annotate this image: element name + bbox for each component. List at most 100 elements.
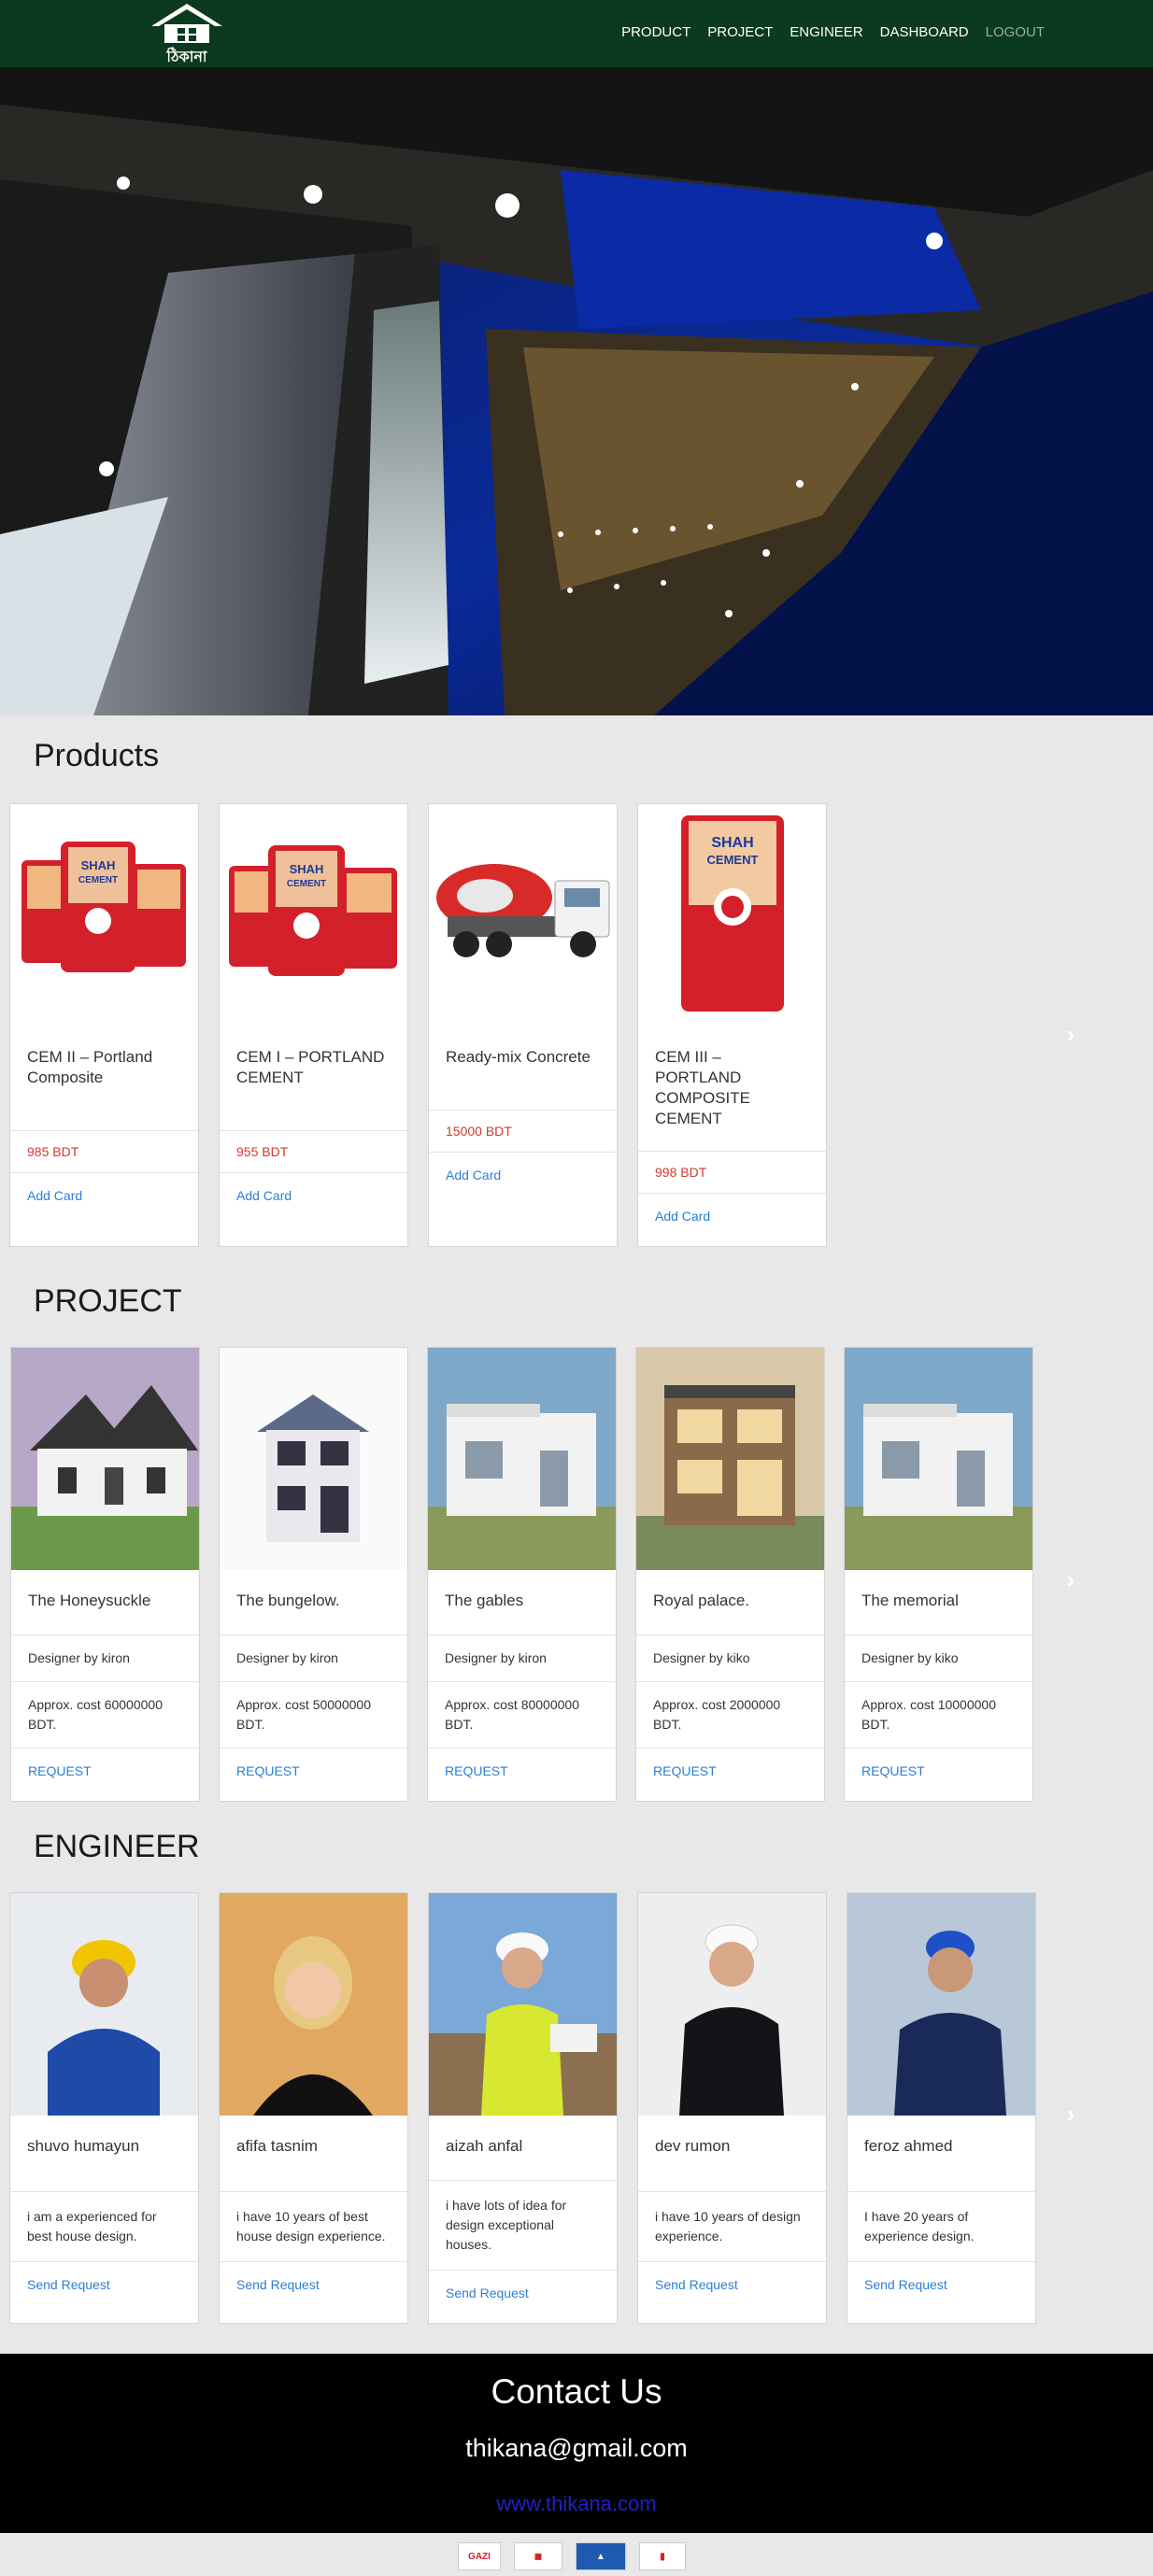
logo-text: ঠিকানা [166, 48, 207, 65]
project-designer: Designer by kiron [11, 1635, 199, 1682]
project-name: The bungelow. [220, 1570, 407, 1635]
add-card-button[interactable]: Add Card [638, 1194, 826, 1246]
sponsor-logos: GAZI ◼ ▲ ▮ [458, 2542, 686, 2570]
add-card-button[interactable]: Add Card [10, 1173, 198, 1225]
request-button[interactable]: REQUEST [220, 1748, 407, 1801]
logo[interactable]: ঠিকানা [140, 0, 234, 67]
sponsor-logo-icon: ◼ [514, 2542, 562, 2570]
send-request-button[interactable]: Send Request [429, 2271, 617, 2323]
product-card: Ready-mix Concrete 15000 BDT Add Card [428, 803, 618, 1247]
engineer-name: afifa tasnim [220, 2116, 407, 2192]
svg-text:CEMENT: CEMENT [287, 879, 326, 889]
engineer-photo [638, 1893, 826, 2116]
svg-text:CEMENT: CEMENT [78, 875, 118, 885]
contact-website-link[interactable]: www.thikana.com [0, 2492, 1153, 2516]
engineer-name: feroz ahmed [847, 2116, 1035, 2192]
nav-link-project[interactable]: PROJECT [707, 24, 773, 40]
engineer-bio: i have 10 years of design experience. [638, 2192, 826, 2262]
product-price: 955 BDT [220, 1131, 407, 1173]
engineer-row: shuvo humayun i am a experienced for bes… [9, 1892, 1036, 2324]
engineer-card: shuvo humayun i am a experienced for bes… [9, 1892, 199, 2324]
project-designer: Designer by kiko [636, 1635, 824, 1682]
contact-title: Contact Us [491, 2372, 662, 2411]
sponsor-logo-icon: ▮ [639, 2542, 686, 2570]
svg-text:CEMENT: CEMENT [707, 853, 759, 867]
project-cost: Approx. cost 80000000 BDT. [428, 1682, 616, 1748]
project-name: The memorial [845, 1570, 1032, 1635]
mixer-truck-image [429, 804, 617, 1026]
engineer-name: dev rumon [638, 2116, 826, 2192]
project-name: The Honeysuckle [11, 1570, 199, 1635]
request-button[interactable]: REQUEST [636, 1748, 824, 1801]
product-name: CEM I – PORTLAND CEMENT [220, 1026, 407, 1131]
add-card-button[interactable]: Add Card [429, 1153, 617, 1205]
product-name: Ready-mix Concrete [429, 1026, 617, 1111]
nav-link-logout[interactable]: LOGOUT [986, 24, 1045, 40]
products-next-arrow-icon[interactable]: › [1066, 1020, 1075, 1049]
project-cost: Approx. cost 10000000 BDT. [845, 1682, 1032, 1748]
project-card: The bungelow. Designer by kiron Approx. … [219, 1347, 408, 1802]
engineer-card: afifa tasnim i have 10 years of best hou… [219, 1892, 408, 2324]
product-card: SHAH CEMENT CEM II – Portland Composite … [9, 803, 199, 1247]
product-card: SHAH CEMENT CEM I – PORTLAND CEMENT 955 … [219, 803, 408, 1247]
project-card: The Honeysuckle Designer by kiron Approx… [10, 1347, 200, 1802]
house-photo [845, 1348, 1032, 1570]
engineer-bio: i am a experienced for best house design… [10, 2192, 198, 2262]
engineer-next-arrow-icon[interactable]: › [1066, 2100, 1075, 2129]
sponsor-logo-icon: ▲ [576, 2542, 626, 2570]
request-button[interactable]: REQUEST [11, 1748, 199, 1801]
house-photo [11, 1348, 199, 1570]
add-card-button[interactable]: Add Card [220, 1173, 407, 1225]
product-price: 985 BDT [10, 1131, 198, 1173]
project-section-title: PROJECT [34, 1283, 182, 1319]
house-icon [151, 4, 222, 43]
engineer-photo [220, 1893, 407, 2116]
cement-bags-image: SHAH CEMENT [220, 804, 407, 1026]
project-designer: Designer by kiron [428, 1635, 616, 1682]
house-photo [636, 1348, 824, 1570]
house-photo [428, 1348, 616, 1570]
project-designer: Designer by kiko [845, 1635, 1032, 1682]
svg-text:SHAH: SHAH [711, 835, 753, 851]
project-row: The Honeysuckle Designer by kiron Approx… [10, 1347, 1033, 1802]
cement-bags-image: SHAH CEMENT [10, 804, 198, 1026]
engineer-photo [847, 1893, 1035, 2116]
contact-section: Contact Us thikana@gmail.com www.thikana… [0, 2354, 1153, 2533]
sponsor-logo-icon: GAZI [458, 2542, 501, 2570]
product-name: CEM III – PORTLAND COMPOSITE CEMENT [638, 1026, 826, 1152]
send-request-button[interactable]: Send Request [847, 2262, 1035, 2314]
contact-email[interactable]: thikana@gmail.com [0, 2434, 1153, 2463]
product-price: 15000 BDT [429, 1111, 617, 1153]
engineer-name: shuvo humayun [10, 2116, 198, 2192]
send-request-button[interactable]: Send Request [638, 2262, 826, 2314]
nav-links: PRODUCT PROJECT ENGINEER DASHBOARD LOGOU… [621, 24, 1045, 40]
svg-text:SHAH: SHAH [81, 858, 116, 872]
product-price: 998 BDT [638, 1152, 826, 1194]
engineer-card: feroz ahmed I have 20 years of experienc… [847, 1892, 1036, 2324]
products-row: SHAH CEMENT CEM II – Portland Composite … [9, 803, 827, 1247]
project-next-arrow-icon[interactable]: › [1066, 1565, 1075, 1594]
engineer-bio: I have 20 years of experience design. [847, 2192, 1035, 2262]
hero-image [0, 67, 1153, 715]
request-button[interactable]: REQUEST [845, 1748, 1032, 1801]
product-name: CEM II – Portland Composite [10, 1026, 198, 1131]
project-name: The gables [428, 1570, 616, 1635]
engineer-name: aizah anfal [429, 2116, 617, 2181]
project-cost: Approx. cost 50000000 BDT. [220, 1682, 407, 1748]
nav-link-dashboard[interactable]: DASHBOARD [880, 24, 969, 40]
send-request-button[interactable]: Send Request [220, 2262, 407, 2314]
project-card: Royal palace. Designer by kiko Approx. c… [635, 1347, 825, 1802]
engineer-card: dev rumon i have 10 years of design expe… [637, 1892, 827, 2324]
engineer-photo [10, 1893, 198, 2116]
engineer-photo [429, 1893, 617, 2116]
project-cost: Approx. cost 60000000 BDT. [11, 1682, 199, 1748]
nav-link-engineer[interactable]: ENGINEER [790, 24, 862, 40]
cement-bag-image: SHAH CEMENT [638, 804, 826, 1026]
engineer-bio: i have 10 years of best house design exp… [220, 2192, 407, 2262]
request-button[interactable]: REQUEST [428, 1748, 616, 1801]
products-section-title: Products [34, 738, 160, 773]
nav-link-product[interactable]: PRODUCT [621, 24, 690, 40]
engineer-section-title: ENGINEER [34, 1829, 200, 1864]
send-request-button[interactable]: Send Request [10, 2262, 198, 2314]
project-card: The memorial Designer by kiko Approx. co… [844, 1347, 1033, 1802]
